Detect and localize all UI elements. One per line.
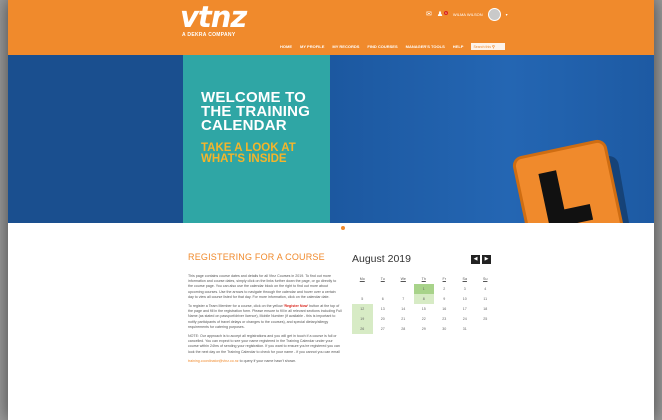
calendar-day[interactable]: 10 [455,294,476,304]
weekday: We [400,277,406,281]
calendar-day[interactable]: 7 [393,294,414,304]
welcome-panel: WELCOME TO THE TRAINING CALENDAR TAKE A … [183,55,330,223]
calendar-day[interactable]: 24 [455,314,476,324]
hero-banner: WELCOME TO THE TRAINING CALENDAR TAKE A … [8,55,654,223]
calendar-day-event[interactable]: 8 [413,294,434,304]
calendar-week: 5 6 7 8 9 10 11 [352,294,496,304]
intro-text: This page contains course dates and deta… [188,274,342,368]
email-text-end: to query if your name hasn't shown. [238,358,297,363]
search-input[interactable]: Search this ⚲ [471,43,506,50]
email-link[interactable]: training.coordinator@vtnz.co.nz [188,359,239,363]
calendar-day[interactable]: 17 [455,304,476,314]
calendar-day[interactable]: 21 [393,314,414,324]
nav-managers-tools[interactable]: MANAGER'S TOOLS [406,44,445,49]
calendar-day[interactable]: 18 [475,304,496,314]
paragraph-email: training.coordinator@vtnz.co.nz to query… [188,359,342,364]
page: vtnz A DEKRA COMPANY ✉ ♟ 1 WILMA WILSON … [8,0,654,420]
weekday: Th [421,277,426,281]
calendar-day [475,324,496,334]
calendar-day[interactable]: 3 [455,284,476,294]
calendar-day-event[interactable]: 1 [413,284,434,294]
vtnz-logo[interactable]: vtnz [180,2,247,32]
calendar-day[interactable]: 5 [352,294,373,304]
nav-home[interactable]: HOME [280,44,292,49]
calendar-day[interactable]: 30 [434,324,455,334]
paragraph-intro: This page contains course dates and deta… [188,274,337,299]
calendar-day-event[interactable]: 26 [352,324,373,334]
calendar-day[interactable]: 23 [434,314,455,324]
calendar-week: 12 13 14 15 16 17 18 [352,304,496,314]
logo-tagline: A DEKRA COMPANY [182,32,236,38]
calendar-day[interactable]: 28 [393,324,414,334]
calendar-day[interactable]: 25 [475,314,496,324]
notification-badge: 1 [444,10,448,15]
calendar-day[interactable]: 15 [414,304,435,314]
calendar-day [352,284,373,294]
weekday: Sa [462,277,467,281]
envelope-icon[interactable]: ✉ [426,11,432,18]
register-now-mention: 'Register Now' [283,304,309,309]
bell-icon[interactable]: ♟ [437,11,443,18]
calendar-day [393,284,414,294]
main-nav: HOME MY PROFILE MY RECORDS FIND COURSES … [280,43,506,50]
weekday: Tu [380,277,385,281]
calendar-day[interactable]: 9 [434,294,455,304]
hero-tagline: TAKE A LOOK AT WHAT'S INSIDE [201,142,296,165]
nav-my-records[interactable]: MY RECORDS [332,44,359,49]
calendar-day[interactable]: 31 [455,324,476,334]
calendar-month: August 2019 [352,253,411,265]
search-placeholder: Search this [473,45,491,49]
chevron-right-icon[interactable]: ▶ [482,255,491,264]
calendar-day[interactable]: 22 [414,314,435,324]
calendar-day[interactable]: 4 [475,284,496,294]
chevron-left-icon[interactable]: ◀ [471,255,480,264]
calendar-day-event[interactable]: 19 [352,314,373,324]
calendar-day[interactable]: 14 [393,304,414,314]
register-text-a: To register a Team Member for a course, … [188,304,284,309]
section-title: REGISTERING FOR A COURSE [188,252,325,262]
hero-left-bg [8,55,183,223]
chevron-down-icon[interactable]: ▾ [506,12,508,17]
calendar-day[interactable]: 13 [373,304,394,314]
nav-help[interactable]: HELP [453,44,464,49]
site-header: vtnz A DEKRA COMPANY ✉ ♟ 1 WILMA WILSON … [8,0,654,55]
calendar-week: 19 20 21 22 23 24 25 [352,314,496,324]
calendar-weekdays: Mo Tu We Th Fr Sa Su [352,274,496,284]
user-name[interactable]: WILMA WILSON [453,12,483,17]
note-text: NOTE: Our approach is to accept all regi… [188,334,340,354]
weekday: Fr [442,277,446,281]
calendar-week: 26 27 28 29 30 31 [352,324,496,334]
nav-my-profile[interactable]: MY PROFILE [300,44,324,49]
paragraph-note: NOTE: Our approach is to accept all regi… [188,334,342,355]
calendar-day[interactable]: 27 [373,324,394,334]
calendar-day-event[interactable]: 12 [352,304,373,314]
weekday: Mo [359,277,365,281]
calendar-day[interactable]: 20 [373,314,394,324]
nav-find-courses[interactable]: FIND COURSES [367,44,397,49]
weekday: Su [483,277,488,281]
calendar-day[interactable]: 29 [414,324,435,334]
search-icon[interactable]: ⚲ [492,44,495,49]
calendar-day[interactable]: 11 [475,294,496,304]
calendar-day [373,284,394,294]
paragraph-register: To register a Team Member for a course, … [188,304,342,330]
slider-indicator[interactable] [341,226,345,230]
avatar[interactable] [487,8,501,21]
calendar-day[interactable]: 2 [434,284,455,294]
welcome-line-3: CALENDAR [201,117,287,134]
user-menu[interactable]: ✉ ♟ 1 WILMA WILSON ▾ [426,8,508,21]
calendar-day[interactable]: 6 [373,294,394,304]
welcome-heading: WELCOME TO THE TRAINING CALENDAR [201,90,310,134]
tagline-line-2: WHAT'S INSIDE [201,153,287,165]
calendar-day[interactable]: 16 [434,304,455,314]
calendar-grid: Mo Tu We Th Fr Sa Su 1 2 3 4 5 6 7 8 9 1… [352,274,496,334]
calendar-week: 1 2 3 4 [352,284,496,294]
